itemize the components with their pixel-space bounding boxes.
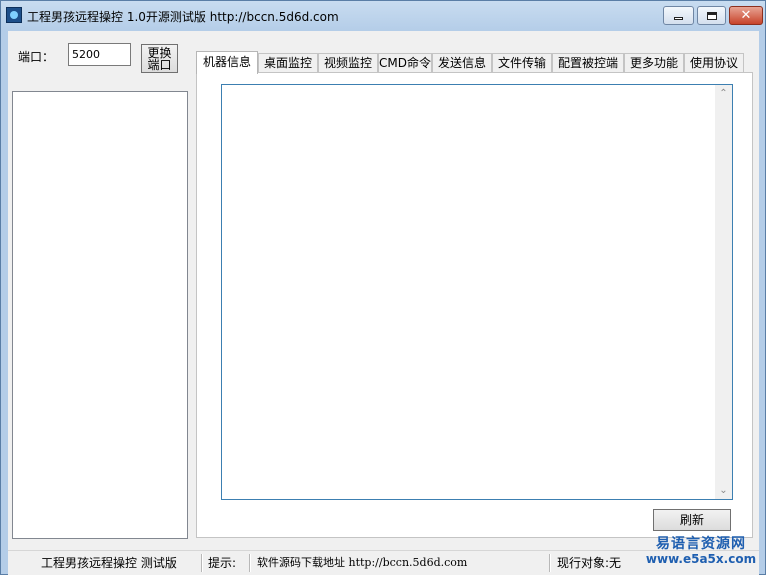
scroll-down-icon[interactable]: ⌄ xyxy=(719,486,728,496)
status-current-target: 现行对象:无 xyxy=(557,556,622,570)
change-port-button[interactable]: 更换端口 xyxy=(141,44,178,73)
tab-file-transfer[interactable]: 文件传输 xyxy=(492,53,552,73)
port-input[interactable]: 5200 xyxy=(68,43,131,66)
status-hint-text: 软件源码下载地址 http://bccn.5d6d.com xyxy=(257,556,468,569)
watermark-line-1: 易语言资源网 xyxy=(656,536,746,552)
minimize-icon xyxy=(674,17,683,20)
client-area: 端口： 5200 更换端口 机器信息 桌面监控 视频监控 CMD命令 发送信息 … xyxy=(8,31,759,575)
scroll-up-icon[interactable]: ⌃ xyxy=(719,89,728,99)
tab-terms-of-use[interactable]: 使用协议 xyxy=(684,53,744,73)
close-button[interactable]: ✕ xyxy=(729,6,763,25)
title-bar[interactable]: 工程男孩远程操控 1.0开源测试版 http://bccn.5d6d.com ✕ xyxy=(1,1,765,31)
site-watermark: 易语言资源网 www.e5a5x.com xyxy=(641,537,761,567)
port-label: 端口： xyxy=(18,50,55,64)
status-separator xyxy=(249,554,251,572)
status-hint-label: 提示: xyxy=(208,556,237,570)
app-window: 工程男孩远程操控 1.0开源测试版 http://bccn.5d6d.com ✕… xyxy=(0,0,766,575)
refresh-button[interactable]: 刷新 xyxy=(653,509,731,531)
maximize-icon xyxy=(706,11,717,20)
tab-send-message[interactable]: 发送信息 xyxy=(432,53,492,73)
app-icon xyxy=(6,7,22,23)
tab-cmd-command[interactable]: CMD命令 xyxy=(378,53,432,73)
machine-info-panel: ⌃ ⌄ 刷新 xyxy=(196,72,753,538)
window-title: 工程男孩远程操控 1.0开源测试版 http://bccn.5d6d.com xyxy=(27,10,339,24)
tab-video-monitor[interactable]: 视频监控 xyxy=(318,53,378,73)
status-app-name: 工程男孩远程操控 测试版 xyxy=(41,556,177,570)
status-separator xyxy=(549,554,551,572)
watermark-line-2: www.e5a5x.com xyxy=(645,552,757,566)
status-separator xyxy=(201,554,203,572)
minimize-button[interactable] xyxy=(663,6,694,25)
connected-clients-list[interactable] xyxy=(12,91,188,539)
maximize-button[interactable] xyxy=(697,6,726,25)
vertical-scrollbar[interactable]: ⌃ ⌄ xyxy=(715,85,732,499)
tab-more-features[interactable]: 更多功能 xyxy=(624,53,684,73)
tab-machine-info[interactable]: 机器信息 xyxy=(196,51,258,74)
close-icon: ✕ xyxy=(740,8,752,23)
tab-desktop-monitor[interactable]: 桌面监控 xyxy=(258,53,318,73)
tab-configure-client[interactable]: 配置被控端 xyxy=(552,53,624,73)
machine-info-textarea[interactable]: ⌃ ⌄ xyxy=(221,84,733,500)
